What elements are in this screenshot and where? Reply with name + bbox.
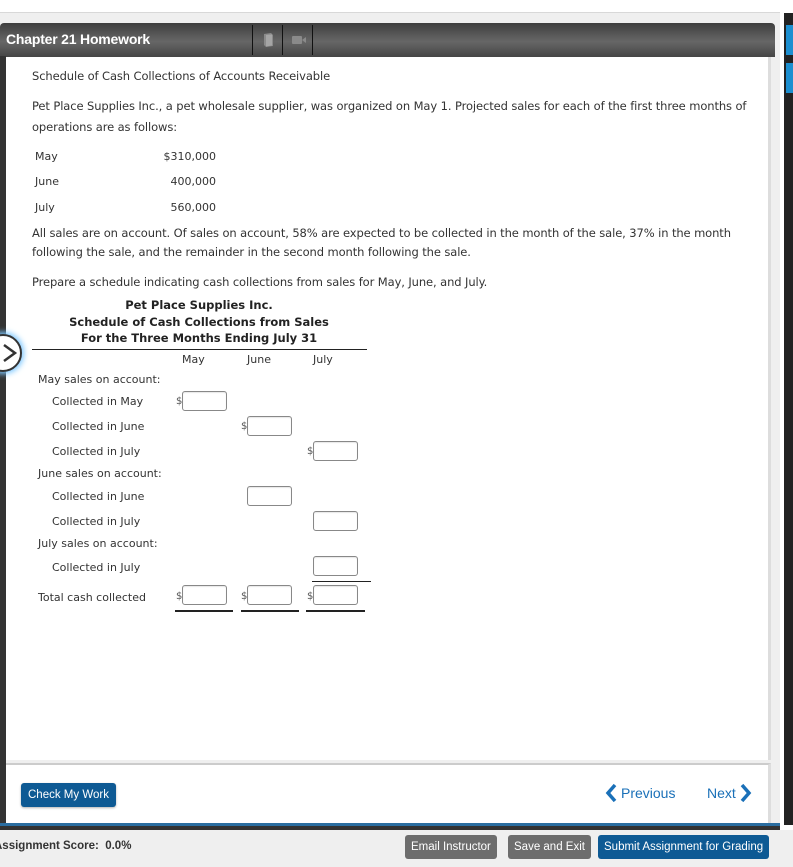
window-titlebar: Chapter 21 Homework: [0, 23, 775, 57]
june-collected-in-july-input[interactable]: [313, 511, 358, 531]
previous-label: Previous: [621, 785, 676, 801]
schedule-title: Schedule of Cash Collections from Sales: [69, 315, 329, 329]
problem-terms-line1: All sales are on account. Of sales on ac…: [32, 226, 731, 240]
may-collected-in-june-input[interactable]: [247, 416, 292, 436]
section-label: July sales on account:: [38, 537, 158, 550]
assignment-score: Assignment Score: 0.0%: [0, 840, 131, 852]
total-double-rule: [175, 610, 233, 612]
row-label: Collected in July: [52, 445, 141, 458]
toolbar-divider: [252, 25, 253, 55]
previous-button[interactable]: Previous: [605, 783, 675, 803]
may-collected-in-july-input[interactable]: [313, 441, 358, 461]
toolbar-divider: [282, 25, 283, 55]
header-rule: [32, 349, 367, 350]
sales-month: May: [35, 150, 58, 163]
next-label: Next: [707, 785, 736, 801]
problem-heading: Schedule of Cash Collections of Accounts…: [32, 69, 331, 83]
question-footer: Check My Work Previous Next: [6, 763, 771, 823]
total-july-input[interactable]: [313, 585, 358, 605]
june-collected-in-june-input[interactable]: [247, 486, 292, 506]
problem-content: Schedule of Cash Collections of Accounts…: [6, 57, 771, 760]
assignment-score-label: Assignment Score:: [0, 840, 99, 852]
problem-intro-line1: Pet Place Supplies Inc., a pet wholesale…: [32, 99, 747, 113]
side-tab[interactable]: [786, 63, 793, 93]
total-label: Total cash collected: [38, 591, 146, 604]
column-header-july: July: [313, 353, 333, 366]
may-collected-in-may-input[interactable]: [182, 391, 227, 411]
subtotal-rule: [312, 581, 371, 582]
save-and-exit-button[interactable]: Save and Exit: [508, 835, 591, 859]
sales-amount: 400,000: [170, 175, 217, 188]
sales-month: July: [35, 201, 55, 214]
schedule-company: Pet Place Supplies Inc.: [125, 298, 273, 312]
problem-instruction: Prepare a schedule indicating cash colle…: [32, 275, 488, 289]
assignment-score-value: 0.0%: [105, 840, 132, 852]
sales-month: June: [35, 175, 59, 188]
section-label: May sales on account:: [38, 373, 161, 386]
total-double-rule: [241, 610, 299, 612]
sales-amount: $310,000: [163, 150, 217, 163]
book-icon[interactable]: [261, 32, 277, 48]
window-title: Chapter 21 Homework: [6, 31, 151, 47]
problem-intro-line2: operations are as follows:: [32, 120, 177, 134]
row-label: Collected in May: [52, 395, 144, 408]
row-label: Collected in June: [52, 490, 145, 503]
row-label: Collected in July: [52, 515, 141, 528]
right-side-panel: [784, 13, 793, 825]
assignment-bar: Assignment Score: 0.0% Email Instructor …: [0, 830, 793, 867]
toolbar-divider: [312, 25, 313, 55]
row-label: Collected in July: [52, 561, 141, 574]
column-header-june: June: [247, 353, 271, 366]
next-button[interactable]: Next: [707, 783, 752, 803]
total-may-input[interactable]: [182, 585, 227, 605]
chevron-left-icon: [605, 783, 617, 803]
chevron-right-icon: [740, 783, 752, 803]
side-tab[interactable]: [786, 25, 793, 55]
email-instructor-button[interactable]: Email Instructor: [405, 835, 497, 859]
total-june-input[interactable]: [247, 585, 292, 605]
check-my-work-button[interactable]: Check My Work: [21, 783, 116, 807]
problem-terms-line2: following the sale, and the remainder in…: [32, 245, 471, 259]
section-label: June sales on account:: [38, 467, 162, 480]
total-double-rule: [306, 610, 365, 612]
video-icon[interactable]: [291, 32, 307, 48]
row-label: Collected in June: [52, 420, 145, 433]
column-header-may: May: [182, 353, 205, 366]
sales-amount: 560,000: [170, 201, 217, 214]
july-collected-in-july-input[interactable]: [313, 556, 358, 576]
schedule-period: For the Three Months Ending July 31: [80, 331, 318, 345]
submit-assignment-button[interactable]: Submit Assignment for Grading: [598, 835, 770, 859]
chevron-right-icon: [3, 343, 18, 363]
